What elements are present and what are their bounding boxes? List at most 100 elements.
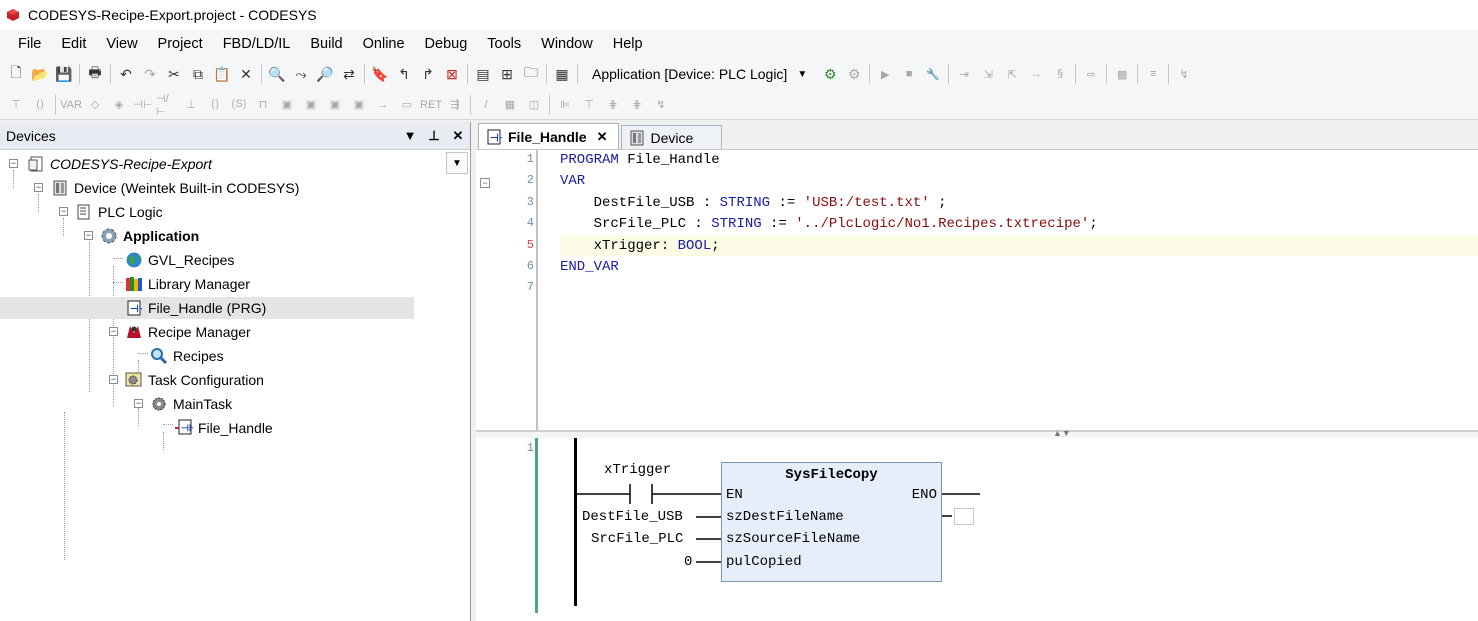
menu-online[interactable]: Online [353, 30, 415, 58]
insert-coil-icon[interactable]: ⟮⟯ [204, 94, 226, 116]
input-variable-srcfile-plc[interactable]: SrcFile_PLC [591, 531, 683, 547]
negate-icon[interactable]: / [475, 94, 497, 116]
show-current-statement-icon[interactable]: § [1049, 63, 1071, 85]
find-icon[interactable]: 🔍 [266, 63, 288, 85]
code-line[interactable]: PROGRAM File_Handle [560, 150, 720, 171]
tree-filter-dropdown[interactable]: ▼ [446, 152, 468, 174]
insert-branch-icon[interactable]: ⇶ [444, 94, 466, 116]
menu-help[interactable]: Help [603, 30, 653, 58]
tree-node-plc-logic[interactable]: − PLC Logic [0, 201, 470, 223]
print-icon[interactable]: 🖶 [84, 63, 106, 85]
tab-file-handle[interactable]: ⊣⊢ File_Handle ✕ [478, 123, 619, 149]
previous-bookmark-icon[interactable]: ↰ [393, 63, 415, 85]
collapse-icon[interactable]: − [84, 231, 93, 240]
align-grid-icon[interactable]: ⋕ [602, 94, 624, 116]
menu-file[interactable]: File [8, 30, 51, 58]
clear-bookmarks-icon[interactable]: ⊠ [441, 63, 463, 85]
breakpoint-icon[interactable]: ⇨ [1080, 63, 1102, 85]
insert-input-icon[interactable]: ◇ [84, 94, 106, 116]
insert-label-icon[interactable]: ▭ [396, 94, 418, 116]
tab-device[interactable]: Device [620, 125, 723, 149]
undo-icon[interactable]: ↶ [115, 63, 137, 85]
new-folder-icon[interactable]: 🗀 [520, 63, 542, 85]
logout-icon[interactable]: ⚙ [843, 63, 865, 85]
menu-fbd-ld-il[interactable]: FBD/LD/IL [213, 30, 301, 58]
function-block-sysfilecopy[interactable]: SysFileCopy EN szDestFileName szSourceFi… [721, 462, 942, 582]
step-over-icon[interactable]: ⇥ [953, 63, 975, 85]
insert-box-icon[interactable]: ▣ [276, 94, 298, 116]
paste-icon[interactable]: 📋 [211, 63, 233, 85]
collapse-icon[interactable]: − [59, 207, 68, 216]
insert-set-coil-icon[interactable]: ⟮S⟯ [228, 94, 250, 116]
redo-icon[interactable]: ↷ [139, 63, 161, 85]
menu-project[interactable]: Project [148, 30, 213, 58]
tree-node-gvl-recipes[interactable]: GVL_Recipes [0, 249, 470, 271]
calendar-icon[interactable]: ▦ [551, 63, 573, 85]
edge-detect-icon[interactable]: ▦ [499, 94, 521, 116]
stop-icon[interactable]: ■ [898, 63, 920, 85]
fbd-implementation-editor[interactable]: 1 xTrigger DestFile_USB SrcFile_PLC 0 Sy… [476, 438, 1478, 621]
collapse-icon[interactable]: − [9, 159, 18, 168]
find-replace-icon[interactable]: ⇄ [338, 63, 360, 85]
step-into-icon[interactable]: ⇲ [977, 63, 999, 85]
input-constant-pulcopied[interactable]: 0 [684, 554, 692, 570]
insert-parallel-contact-icon[interactable]: ⊥ [180, 94, 202, 116]
code-line[interactable]: END_VAR [560, 257, 619, 278]
insert-return-icon[interactable]: RET [420, 94, 442, 116]
collapse-icon[interactable]: − [480, 178, 490, 188]
code-line[interactable]: SrcFile_PLC : STRING := '../PlcLogic/No1… [560, 214, 1098, 235]
replace-icon[interactable]: 🔎 [314, 63, 336, 85]
open-project-icon[interactable]: 📂 [29, 63, 51, 85]
insert-empty-box-icon[interactable]: ▣ [324, 94, 346, 116]
tree-node-file-handle-prg[interactable]: ⊣⊢ File_Handle (PRG) [0, 297, 414, 319]
tree-node-recipe-manager[interactable]: − Recipe Manager [0, 321, 470, 343]
login-icon[interactable]: ⚙ [819, 63, 841, 85]
collapse-icon[interactable]: − [134, 399, 143, 408]
collapse-icon[interactable]: − [109, 327, 118, 336]
tree-node-recipes[interactable]: Recipes [0, 345, 470, 367]
input-variable-destfile-usb[interactable]: DestFile_USB [582, 509, 683, 525]
panel-menu-icon[interactable]: ▼ [398, 128, 422, 143]
tree-node-file-handle-call[interactable]: ⊣⊢ File_Handle [0, 417, 470, 439]
menu-view[interactable]: View [96, 30, 147, 58]
pin-icon[interactable]: ⊥ [422, 128, 446, 144]
insert-negated-contact-icon[interactable]: ⊣/⊢ [156, 93, 178, 118]
close-tab-icon[interactable]: ✕ [597, 129, 608, 145]
save-icon[interactable]: 💾 [53, 63, 75, 85]
step-out-icon[interactable]: ⇱ [1001, 63, 1023, 85]
menu-window[interactable]: Window [531, 30, 603, 58]
tree-node-application[interactable]: − Application [0, 225, 470, 247]
write-values-icon[interactable]: ▩ [1111, 63, 1133, 85]
tree-node-device[interactable]: − Device (Weintek Built-in CODESYS) [0, 177, 470, 199]
menu-edit[interactable]: Edit [51, 30, 96, 58]
insert-assignment-icon[interactable]: ▣ [348, 94, 370, 116]
menu-debug[interactable]: Debug [415, 30, 478, 58]
network-icon[interactable]: ⊤ [5, 94, 27, 116]
align-auto-icon[interactable]: ⋕ [626, 94, 648, 116]
bookmark-icon[interactable]: 🔖 [369, 63, 391, 85]
code-line[interactable]: xTrigger: BOOL; [560, 236, 720, 257]
tree-node-maintask[interactable]: − MainTask [0, 393, 470, 415]
clipboard-icon[interactable]: ▤ [472, 63, 494, 85]
code-line[interactable]: DestFile_USB : STRING := 'USB:/test.txt'… [560, 193, 947, 214]
set-next-statement-icon[interactable]: → [1025, 63, 1047, 85]
collapse-icon[interactable]: − [34, 183, 43, 192]
empty-output-placeholder[interactable] [954, 508, 974, 525]
collapse-icon[interactable]: − [109, 375, 118, 384]
set-reset-icon[interactable]: ◫ [523, 94, 545, 116]
cut-icon[interactable]: ✂ [163, 63, 185, 85]
active-application-combo[interactable]: Application [Device: PLC Logic] ▼ [585, 62, 814, 86]
declaration-editor[interactable]: − 1 2 3 4 5 6 7 PROGRAM File_Handle VAR DestFil… [476, 150, 1478, 432]
align-top-icon[interactable]: ⊤ [578, 94, 600, 116]
editor-splitter[interactable]: ▲▼ [476, 428, 1478, 438]
unforce-values-icon[interactable]: ↯ [1173, 63, 1195, 85]
force-values-icon[interactable]: ≡ [1142, 63, 1164, 85]
align-left-icon[interactable]: ⊫ [554, 94, 576, 116]
add-object-icon[interactable]: ⊞ [496, 63, 518, 85]
reset-icon[interactable]: 🔧 [922, 63, 944, 85]
menu-tools[interactable]: Tools [477, 30, 531, 58]
next-bookmark-icon[interactable]: ↱ [417, 63, 439, 85]
insert-contact-icon[interactable]: ⊣⊢ [132, 94, 154, 116]
code-line[interactable]: VAR [560, 171, 585, 192]
close-icon[interactable]: ✕ [446, 128, 470, 144]
